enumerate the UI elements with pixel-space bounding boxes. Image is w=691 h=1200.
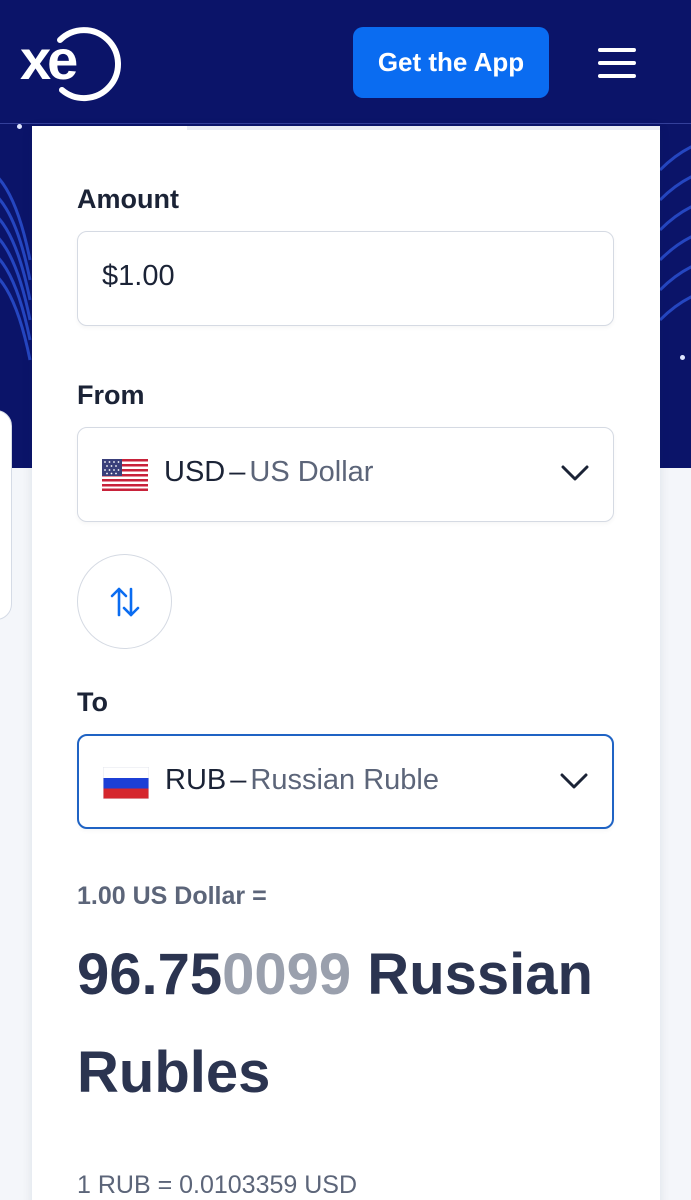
conversion-result: 96.750099 Russian Rubles [77, 926, 637, 1122]
chevron-down-icon [561, 465, 589, 481]
us-flag-icon [102, 459, 148, 491]
from-currency-select[interactable]: USD – US Dollar [77, 427, 614, 522]
to-currency-text: RUB – Russian Ruble [165, 764, 439, 797]
from-currency-code: USD [164, 456, 226, 488]
to-currency-name: Russian Ruble [250, 764, 439, 796]
russia-flag-icon [103, 767, 149, 799]
card-top-border [187, 126, 660, 130]
get-the-app-button[interactable]: Get the App [353, 27, 549, 98]
from-label: From [77, 380, 145, 410]
from-currency-name: US Dollar [249, 456, 374, 488]
background-panel-edge [0, 410, 12, 620]
menu-bar [598, 61, 636, 65]
from-currency-text: USD – US Dollar [164, 456, 373, 489]
chevron-down-icon [560, 773, 588, 789]
amount-value: $1.00 [102, 260, 175, 292]
hamburger-menu-icon[interactable] [598, 48, 640, 78]
decorative-dot [17, 124, 22, 129]
to-currency-select[interactable]: RUB – Russian Ruble [77, 734, 614, 829]
swap-currencies-button[interactable] [77, 554, 172, 649]
xe-logo[interactable]: xe [20, 22, 121, 102]
decorative-dot [680, 355, 685, 360]
amount-input[interactable]: $1.00 [77, 231, 614, 326]
result-value-main: 96.75 [77, 942, 223, 1007]
separator: – [229, 456, 246, 488]
result-value-faded: 0099 [222, 942, 352, 1007]
converter-card: Amount $1.00 From USD – US Dollar To RUB… [32, 126, 660, 1200]
logo-text: xe [20, 28, 78, 91]
separator: – [230, 764, 247, 796]
inverse-rate-text: 1 RUB = 0.0103359 USD [77, 1171, 358, 1199]
site-header: xe Get the App [0, 0, 691, 124]
to-currency-code: RUB [165, 764, 227, 796]
menu-bar [598, 48, 636, 52]
amount-label: Amount [77, 184, 179, 214]
to-label: To [77, 687, 108, 717]
menu-bar [598, 74, 636, 78]
conversion-base-text: 1.00 US Dollar = [77, 882, 267, 910]
swap-arrows-icon [110, 587, 139, 616]
